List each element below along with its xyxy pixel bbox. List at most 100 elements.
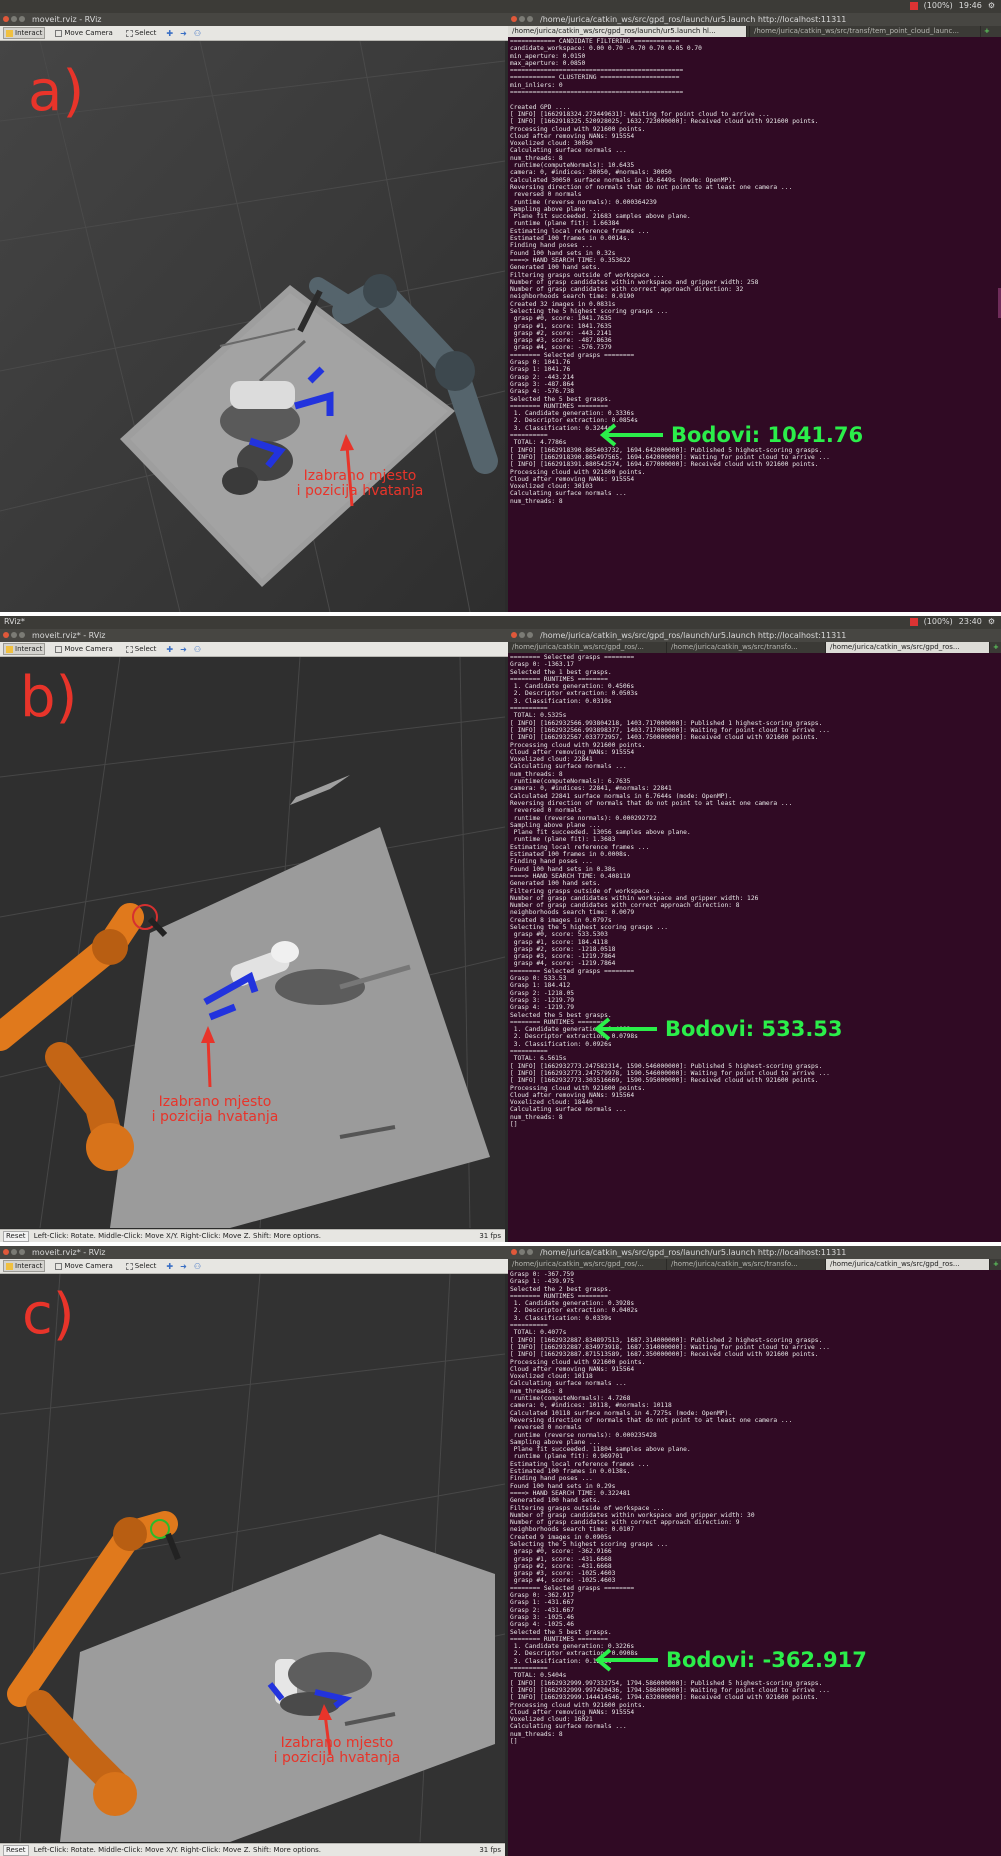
clock[interactable]: 23:40	[959, 617, 982, 626]
close-icon[interactable]	[511, 1249, 517, 1255]
interact-tool-button[interactable]: Interact	[3, 1260, 46, 1272]
status-help-text: Left-Click: Rotate. Middle-Click: Move X…	[33, 1846, 322, 1854]
terminal-tab-3[interactable]: /home/jurica/catkin_ws/src/gpd_ros...	[826, 642, 990, 653]
clock[interactable]: 19:46	[959, 1, 982, 10]
terminal-line: TOTAL: 0.4077s	[510, 1329, 567, 1337]
scene-graphic	[0, 41, 505, 612]
terminal-line: ======== Selected grasps ========	[510, 351, 635, 359]
terminal-tab-2[interactable]: /home/jurica/catkin_ws/src/transfo...	[667, 1259, 826, 1270]
move-camera-button[interactable]: Move Camera	[52, 643, 115, 655]
terminal-line: Filtering grasps outside of workspace ..…	[510, 271, 665, 279]
new-tab-icon[interactable]: +	[981, 26, 993, 37]
pose-arrow-icon[interactable]: ➜	[180, 29, 187, 38]
gear-icon[interactable]: ⚙	[988, 617, 995, 626]
terminal-line: [ INFO] [1662932567.033772957, 1403.7500…	[510, 734, 819, 742]
rviz-window-title: moveit.rviz - RViz	[32, 15, 102, 24]
terminal-tab-1[interactable]: /home/jurica/catkin_ws/src/gpd_ros/launc…	[508, 26, 747, 37]
select-tool-button[interactable]: Select	[123, 27, 160, 39]
terminal-line: min_inliers: 0	[510, 81, 563, 89]
terminal-tab-1[interactable]: /home/jurica/catkin_ws/src/gpd_ros/...	[508, 642, 667, 653]
pose-arrow-icon[interactable]: ➜	[180, 645, 187, 654]
nav-goal-icon[interactable]: ⚇	[194, 1262, 201, 1271]
select-tool-button[interactable]: Select	[123, 643, 160, 655]
close-icon[interactable]	[511, 632, 517, 638]
maximize-icon[interactable]	[19, 1249, 25, 1255]
minimize-icon[interactable]	[519, 1249, 525, 1255]
terminal-tabs: /home/jurica/catkin_ws/src/gpd_ros/launc…	[508, 26, 1001, 37]
minimize-icon[interactable]	[11, 632, 17, 638]
move-camera-button[interactable]: Move Camera	[52, 1260, 115, 1272]
maximize-icon[interactable]	[527, 16, 533, 22]
terminal-line: Reversing direction of normals that do n…	[510, 1416, 793, 1424]
move-camera-button[interactable]: Move Camera	[52, 27, 115, 39]
interact-tool-button[interactable]: Interact	[3, 643, 46, 655]
terminal-line: Number of grasp candidates within worksp…	[510, 1511, 755, 1519]
cursor-icon	[6, 1262, 13, 1270]
terminal-tab-2[interactable]: /home/jurica/catkin_ws/src/transfo...	[667, 642, 826, 653]
reset-button[interactable]: Reset	[3, 1845, 29, 1856]
new-tab-icon[interactable]: +	[990, 642, 1001, 653]
reset-button[interactable]: Reset	[3, 1231, 29, 1242]
terminal-line: Selecting the 5 highest scoring grasps .…	[510, 1540, 669, 1548]
record-icon[interactable]	[909, 617, 918, 626]
move-arrows-icon[interactable]: ✚	[166, 29, 173, 38]
terminal-tab-3[interactable]: /home/jurica/catkin_ws/src/gpd_ros...	[826, 1259, 990, 1270]
terminal-line: Grasp 1: 1041.76	[510, 366, 571, 374]
minimize-icon[interactable]	[11, 1249, 17, 1255]
terminal-line: num_threads: 8	[510, 1113, 563, 1121]
move-arrows-icon[interactable]: ✚	[166, 645, 173, 654]
maximize-icon[interactable]	[527, 1249, 533, 1255]
terminal-line: Found 100 hand sets in 0.29s	[510, 1482, 616, 1490]
terminal-line: ==========	[510, 1048, 548, 1056]
terminal-window[interactable]: /home/jurica/catkin_ws/src/gpd_ros/... /…	[508, 642, 1001, 1242]
terminal-line: Sampling above plane ...	[510, 821, 601, 829]
pose-arrow-icon[interactable]: ➜	[180, 1262, 187, 1271]
terminal-line: Voxelized cloud: 16021	[510, 1716, 593, 1724]
terminal-line: 1. Candidate generation: 0.4506s	[510, 683, 635, 691]
terminal-line: [ INFO] [1662918391.880542574, 1694.6770…	[510, 461, 819, 469]
terminal-line: Processing cloud with 921600 points.	[510, 125, 646, 133]
move-arrows-icon[interactable]: ✚	[166, 1262, 173, 1271]
rviz-3d-viewport[interactable]: b) Izabrano mjesto i pozicija hvatanja	[0, 657, 505, 1228]
maximize-icon[interactable]	[527, 632, 533, 638]
terminal-line: ======== Selected grasps ========	[510, 654, 635, 661]
nav-goal-icon[interactable]: ⚇	[194, 29, 201, 38]
terminal-window[interactable]: /home/jurica/catkin_ws/src/gpd_ros/launc…	[508, 26, 1001, 612]
panel-label: a)	[28, 59, 85, 124]
close-icon[interactable]	[3, 1249, 9, 1255]
record-icon[interactable]	[909, 1, 918, 10]
terminal-line: num_threads: 8	[510, 497, 563, 505]
close-icon[interactable]	[511, 16, 517, 22]
interact-tool-button[interactable]: Interact	[3, 27, 46, 39]
new-tab-icon[interactable]: +	[990, 1259, 1001, 1270]
scene-graphic	[0, 657, 505, 1228]
minimize-icon[interactable]	[11, 16, 17, 22]
terminal-line: Selected the 2 best grasps.	[510, 1285, 612, 1293]
rviz-titlebar: moveit.rviz* - RViz	[0, 1246, 508, 1259]
maximize-icon[interactable]	[19, 632, 25, 638]
terminal-line: Processing cloud with 921600 points.	[510, 741, 646, 749]
score-callout: Bodovi: -362.917	[592, 1648, 867, 1672]
select-icon	[125, 1262, 133, 1270]
rviz-3d-viewport[interactable]: a) Izabrano mjesto i pozicija hvatanja	[0, 41, 505, 612]
close-icon[interactable]	[3, 16, 9, 22]
terminal-tab-1[interactable]: /home/jurica/catkin_ws/src/gpd_ros/...	[508, 1259, 667, 1270]
terminal-window[interactable]: /home/jurica/catkin_ws/src/gpd_ros/... /…	[508, 1259, 1001, 1856]
nav-goal-icon[interactable]: ⚇	[194, 645, 201, 654]
minimize-icon[interactable]	[519, 632, 525, 638]
minimize-icon[interactable]	[519, 16, 525, 22]
gear-icon[interactable]: ⚙	[988, 1, 995, 10]
terminal-tab-2[interactable]: /home/jurica/catkin_ws/src/transf/tem_po…	[750, 26, 981, 37]
terminal-line: Generated 100 hand sets.	[510, 1497, 601, 1505]
cursor-icon	[6, 29, 13, 37]
terminal-line: Cloud after removing NANs: 915564	[510, 1091, 635, 1099]
figure: (100%) 19:46 ⚙ moveit.rviz - RViz Intera…	[0, 0, 1001, 1856]
rviz-3d-viewport[interactable]: c) Izabrano mjesto i pozicija hvatanja	[0, 1274, 505, 1842]
terminal-line: max_aperture: 0.0850	[510, 59, 586, 67]
maximize-icon[interactable]	[19, 16, 25, 22]
terminal-line: ======== RUNTIMES ========	[510, 1292, 608, 1300]
close-icon[interactable]	[3, 632, 9, 638]
select-tool-button[interactable]: Select	[123, 1260, 160, 1272]
terminal-line: camera: 0, #indices: 22841, #normals: 22…	[510, 785, 672, 793]
terminal-line: runtime(computeNormals): 6.7635	[510, 778, 631, 786]
